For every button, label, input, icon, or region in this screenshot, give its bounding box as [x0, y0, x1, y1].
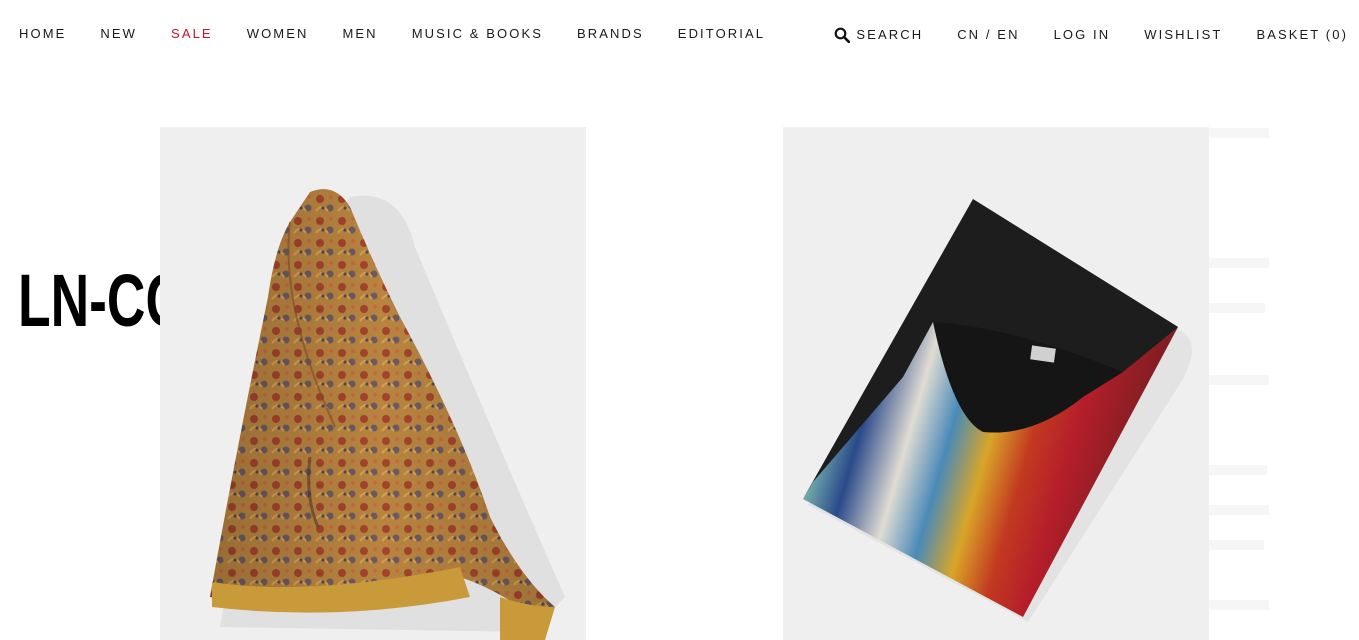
language-switch[interactable]: CN / EN — [957, 28, 1019, 42]
striped-corduroy-top-image — [803, 199, 1192, 622]
nav-men[interactable]: MEN — [342, 27, 377, 41]
nav-women[interactable]: WOMEN — [247, 27, 309, 41]
main-nav: HOME NEW SALE WOMEN MEN MUSIC & BOOKS BR… — [19, 27, 799, 41]
side-panel-placeholder — [1209, 120, 1279, 640]
utility-nav: SEARCH CN / EN LOG IN WISHLIST BASKET (0… — [834, 27, 1348, 43]
search-button[interactable]: SEARCH — [834, 27, 923, 43]
nav-brands[interactable]: BRANDS — [577, 27, 644, 41]
nav-home[interactable]: HOME — [19, 27, 66, 41]
nav-music-books[interactable]: MUSIC & BOOKS — [412, 27, 543, 41]
nav-new[interactable]: NEW — [100, 27, 137, 41]
paisley-bomber-jacket-image — [210, 189, 565, 640]
login-link[interactable]: LOG IN — [1054, 28, 1111, 42]
product-card-top[interactable] — [783, 127, 1209, 640]
wishlist-link[interactable]: WISHLIST — [1144, 28, 1222, 42]
nav-sale[interactable]: SALE — [171, 27, 213, 41]
product-card-jacket[interactable] — [160, 127, 586, 640]
search-icon — [835, 27, 851, 43]
nav-editorial[interactable]: EDITORIAL — [678, 27, 765, 41]
basket-link[interactable]: BASKET (0) — [1256, 28, 1348, 42]
search-label: SEARCH — [856, 27, 924, 42]
